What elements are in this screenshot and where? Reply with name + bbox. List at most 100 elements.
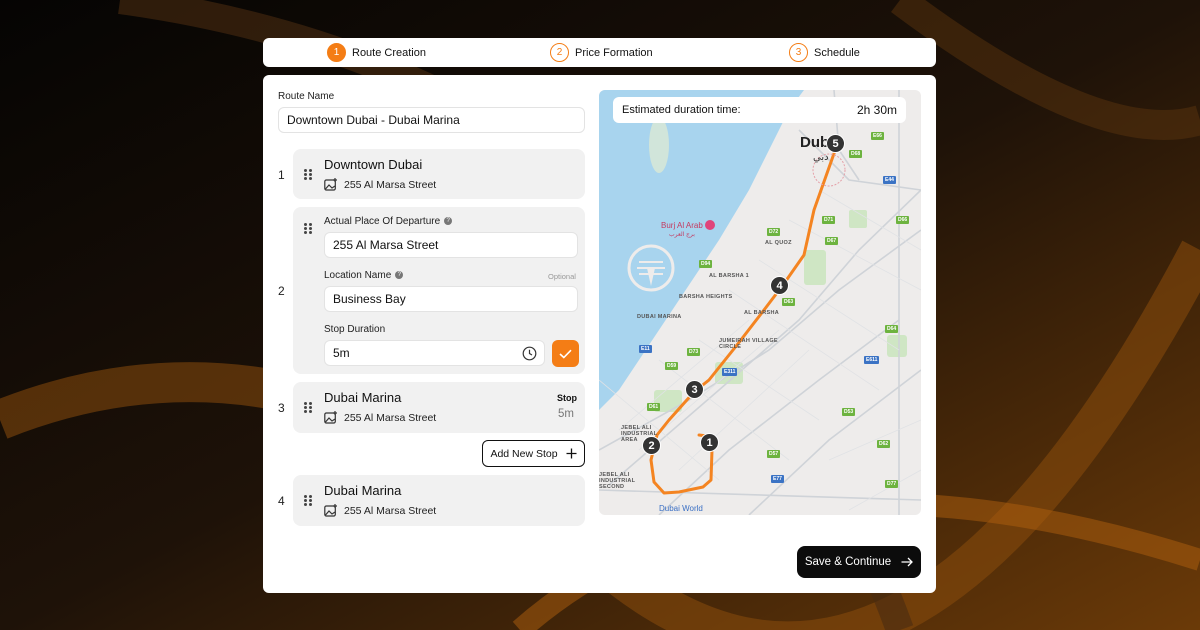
location-label-text: Location Name — [324, 270, 392, 281]
road-shield: E11 — [639, 345, 652, 353]
stop-duration-label: Stop Duration — [324, 324, 386, 335]
stop-number: 4 — [278, 494, 285, 508]
stop-item-1[interactable]: Downtown Dubai 255 Al Marsa Street — [293, 149, 585, 199]
map-bottom-label: Dubai World — [659, 504, 703, 513]
road-shield: E77 — [771, 475, 784, 483]
stop-item-4[interactable]: Dubai Marina 255 Al Marsa Street — [293, 475, 585, 526]
location-name-label: Location Name? — [324, 270, 404, 281]
stop-address: 255 Al Marsa Street — [344, 178, 437, 191]
map-area-label: DUBAI MARINA — [637, 314, 682, 320]
stop-address-row: 255 Al Marsa Street — [324, 504, 436, 517]
image-add-icon — [324, 504, 337, 517]
plus-icon — [566, 448, 577, 459]
step-label: Schedule — [814, 46, 860, 59]
stop-number: 1 — [278, 168, 285, 182]
map-poi-label: Burj Al Arab — [661, 221, 703, 230]
help-icon[interactable]: ? — [395, 271, 404, 280]
stop-title: Downtown Dubai — [324, 157, 423, 172]
road-shield: D67 — [825, 237, 839, 245]
map-poi-arabic: برج العرب — [669, 232, 695, 238]
road-shield: D61 — [647, 403, 661, 411]
map-pin-5[interactable]: 5 — [826, 134, 845, 153]
road-shield: D59 — [665, 362, 679, 370]
road-shield: D63 — [782, 298, 796, 306]
stop-duration-display: 5m — [558, 408, 574, 420]
duration-label: Estimated duration time: — [622, 104, 741, 116]
poi-marker-icon — [705, 220, 715, 230]
clock-icon[interactable] — [522, 346, 537, 361]
save-continue-label: Save & Continue — [804, 556, 892, 568]
map-pin-4[interactable]: 4 — [770, 276, 789, 295]
duration-value: 2h 30m — [856, 103, 897, 117]
drag-handle-icon[interactable] — [304, 169, 312, 181]
map-area-label: JUMEIRAH VILLAGE CIRCLE — [719, 338, 778, 350]
map-area-label: JEBEL ALI INDUSTRIAL SECOND — [599, 472, 636, 490]
departure-value: 255 Al Marsa Street — [333, 238, 439, 252]
image-add-icon — [324, 178, 337, 191]
image-add-icon — [324, 411, 337, 424]
stop-number: 3 — [278, 401, 285, 415]
stop-address-row: 255 Al Marsa Street — [324, 178, 436, 191]
road-shield: D68 — [849, 150, 863, 158]
map-pin-2[interactable]: 2 — [642, 436, 661, 455]
route-name-value: Downtown Dubai - Dubai Marina — [287, 113, 460, 127]
stop-duration-input[interactable]: 5m — [324, 340, 545, 366]
map-area-label: AL QUOZ — [765, 240, 792, 246]
step-label: Route Creation — [352, 46, 426, 59]
map-area-label: AL BARSHA 1 — [709, 273, 749, 279]
road-shield: E66 — [871, 132, 884, 140]
help-icon[interactable]: ? — [444, 217, 453, 226]
add-new-stop-button[interactable]: Add New Stop — [482, 440, 585, 467]
check-icon — [559, 349, 572, 359]
road-shield: D53 — [842, 408, 856, 416]
road-shield: E611 — [864, 356, 880, 364]
drag-handle-icon[interactable] — [304, 223, 312, 235]
route-name-input[interactable]: Downtown Dubai - Dubai Marina — [278, 107, 585, 133]
map-city-arabic: دبي — [813, 152, 829, 163]
stop-address: 255 Al Marsa Street — [344, 504, 437, 517]
road-shield: D94 — [699, 260, 713, 268]
confirm-stop-button[interactable] — [552, 340, 579, 367]
route-map[interactable]: Estimated duration time: 2h 30m Dub دبي … — [599, 90, 921, 515]
step-label: Price Formation — [575, 46, 653, 59]
step-schedule[interactable]: 3 Schedule — [789, 38, 860, 67]
map-city-label: Dub — [800, 134, 830, 151]
road-shield: D57 — [767, 450, 781, 458]
stop-title: Dubai Marina — [324, 390, 402, 405]
location-name-input[interactable]: Business Bay — [324, 286, 578, 312]
map-pin-1[interactable]: 1 — [700, 433, 719, 452]
road-shield: D66 — [896, 216, 910, 224]
stop-address-row: 255 Al Marsa Street — [324, 411, 436, 424]
save-continue-button[interactable]: Save & Continue — [797, 546, 921, 578]
step-number: 1 — [327, 43, 346, 62]
map-area-label: AL BARSHA — [744, 310, 779, 316]
departure-label-text: Actual Place Of Departure — [324, 216, 441, 227]
departure-label: Actual Place Of Departure? — [324, 216, 453, 227]
optional-hint: Optional — [548, 272, 576, 281]
stop-duration-caption: Stop — [557, 393, 577, 403]
stop-duration-value: 5m — [333, 346, 350, 360]
drag-handle-icon[interactable] — [304, 402, 312, 414]
stop-address: 255 Al Marsa Street — [344, 411, 437, 424]
map-area-label: BARSHA HEIGHTS — [679, 294, 733, 300]
stop-title: Dubai Marina — [324, 483, 402, 498]
departure-input[interactable]: 255 Al Marsa Street — [324, 232, 578, 258]
map-pin-3[interactable]: 3 — [685, 380, 704, 399]
road-shield: D64 — [885, 325, 899, 333]
progress-stepper: 1 Route Creation 2 Price Formation 3 Sch… — [263, 38, 936, 67]
road-shield: E44 — [883, 176, 896, 184]
stop-item-2-expanded: Actual Place Of Departure? 255 Al Marsa … — [293, 207, 585, 374]
road-shield: D62 — [877, 440, 891, 448]
step-number: 2 — [550, 43, 569, 62]
road-shield: E311 — [722, 368, 738, 376]
route-form-card: Route Name Downtown Dubai - Dubai Marina… — [263, 75, 936, 593]
stop-item-3[interactable]: Dubai Marina 255 Al Marsa Street Stop 5m — [293, 382, 585, 433]
drag-handle-icon[interactable] — [304, 495, 312, 507]
location-name-value: Business Bay — [333, 292, 406, 306]
step-route-creation[interactable]: 1 Route Creation — [327, 38, 426, 67]
road-shield: D72 — [767, 228, 781, 236]
route-name-label: Route Name — [278, 91, 335, 102]
stop-number: 2 — [278, 284, 285, 298]
step-number: 3 — [789, 43, 808, 62]
step-price-formation[interactable]: 2 Price Formation — [550, 38, 653, 67]
